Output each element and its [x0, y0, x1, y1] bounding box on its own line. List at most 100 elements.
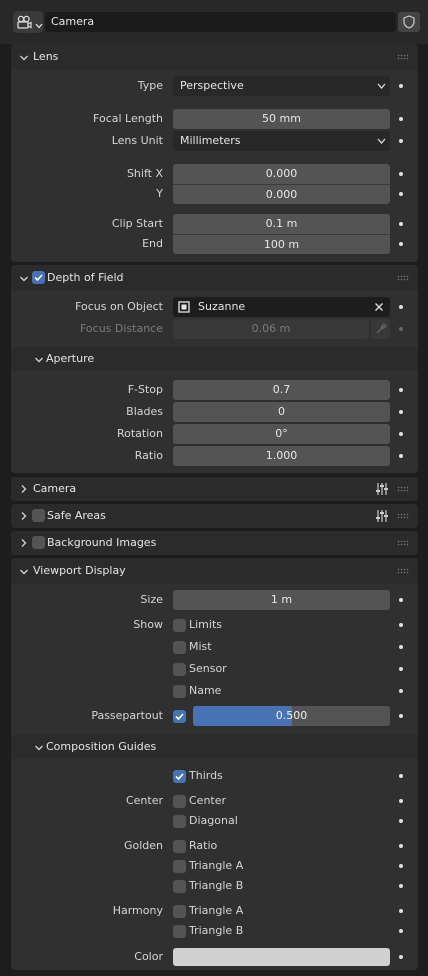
eyedropper-button[interactable]: [371, 319, 390, 339]
keyframe-dot[interactable]: [399, 714, 403, 718]
guide-color-swatch[interactable]: [173, 948, 390, 966]
center-label: Center: [189, 794, 227, 807]
shift-x-label: Shift X: [126, 167, 163, 180]
shift-y-field[interactable]: 0.000: [173, 184, 390, 204]
viewport-display-panel-header[interactable]: Viewport Display: [11, 558, 418, 584]
drag-grip-icon[interactable]: [397, 54, 409, 60]
keyframe-dot[interactable]: [399, 819, 403, 823]
focus-object-value: Suzanne: [198, 300, 246, 313]
lens-type-value: Perspective: [180, 79, 244, 92]
keyframe-dot[interactable]: [399, 305, 403, 309]
show-limits-checkbox[interactable]: [173, 619, 186, 632]
depth-of-field-checkbox[interactable]: [32, 271, 45, 284]
keyframe-dot[interactable]: [399, 432, 403, 436]
show-name-checkbox[interactable]: [173, 685, 186, 698]
data-type-selector[interactable]: [13, 11, 43, 33]
lens-panel-header[interactable]: Lens: [11, 44, 418, 70]
drag-grip-icon[interactable]: [397, 540, 409, 546]
golden-triangle-a-checkbox[interactable]: [173, 860, 186, 873]
camera-panel: Camera: [11, 477, 418, 501]
keyframe-dot[interactable]: [399, 799, 403, 803]
keyframe-dot[interactable]: [399, 864, 403, 868]
keyframe-dot[interactable]: [399, 192, 403, 196]
golden-ratio-checkbox[interactable]: [173, 840, 186, 853]
clear-x-icon[interactable]: [374, 302, 384, 312]
show-mist-checkbox[interactable]: [173, 641, 186, 654]
ratio-label: Ratio: [134, 449, 163, 462]
composition-guides-subpanel-header[interactable]: Composition Guides: [11, 735, 418, 759]
keyframe-dot[interactable]: [399, 172, 403, 176]
safe-areas-checkbox[interactable]: [32, 509, 45, 522]
keyframe-dot[interactable]: [399, 222, 403, 226]
shift-x-field[interactable]: 0.000: [173, 164, 390, 184]
harmony-triangle-a-checkbox[interactable]: [173, 905, 186, 918]
drag-grip-icon[interactable]: [397, 568, 409, 574]
datablock-name-field[interactable]: Camera: [45, 12, 396, 32]
panel-title: Lens: [33, 50, 59, 63]
shift-y-label: Y: [156, 187, 163, 200]
fake-user-button[interactable]: [398, 12, 420, 32]
keyframe-dot[interactable]: [399, 955, 403, 959]
keyframe-dot[interactable]: [399, 667, 403, 671]
passepartout-label: Passepartout: [91, 709, 163, 722]
thirds-checkbox[interactable]: [173, 770, 186, 783]
camera-data-icon: [16, 15, 32, 29]
golden-triangle-b-label: Triangle B: [189, 879, 244, 892]
keyframe-dot[interactable]: [399, 645, 403, 649]
passepartout-slider[interactable]: 0.500: [193, 706, 390, 726]
show-sensor-checkbox[interactable]: [173, 663, 186, 676]
diagonal-checkbox[interactable]: [173, 815, 186, 828]
harmony-triangle-b-label: Triangle B: [189, 924, 244, 937]
harmony-triangle-b-checkbox[interactable]: [173, 925, 186, 938]
fstop-field[interactable]: 0.7: [173, 380, 390, 400]
presets-icon[interactable]: [375, 482, 389, 496]
keyframe-dot[interactable]: [399, 117, 403, 121]
ratio-field[interactable]: 1.000: [173, 446, 390, 466]
golden-triangle-b-checkbox[interactable]: [173, 880, 186, 893]
focus-object-field[interactable]: Suzanne: [173, 297, 390, 317]
keyframe-dot[interactable]: [399, 884, 403, 888]
keyframe-dot[interactable]: [399, 689, 403, 693]
chevron-right-icon: [21, 539, 27, 547]
background-images-checkbox[interactable]: [32, 536, 45, 549]
background-images-panel-header[interactable]: Background Images: [11, 531, 418, 555]
chevron-down-icon: [20, 569, 28, 575]
keyframe-dot[interactable]: [399, 84, 403, 88]
passepartout-checkbox[interactable]: [173, 710, 186, 723]
keyframe-dot[interactable]: [399, 598, 403, 602]
keyframe-dot[interactable]: [399, 844, 403, 848]
camera-panel-header[interactable]: Camera: [11, 477, 418, 501]
blades-field[interactable]: 0: [173, 402, 390, 422]
subpanel-title: Aperture: [46, 352, 95, 365]
aperture-subpanel-header[interactable]: Aperture: [11, 347, 418, 371]
keyframe-dot[interactable]: [399, 454, 403, 458]
lens-unit-label: Lens Unit: [111, 134, 163, 147]
keyframe-dot[interactable]: [399, 909, 403, 913]
clip-start-field[interactable]: 0.1 m: [173, 214, 390, 234]
keyframe-dot[interactable]: [399, 242, 403, 246]
focus-distance-field[interactable]: 0.06 m: [173, 319, 369, 339]
drag-grip-icon[interactable]: [397, 513, 409, 519]
drag-grip-icon[interactable]: [397, 486, 409, 492]
keyframe-dot[interactable]: [399, 139, 403, 143]
golden-ratio-label: Ratio: [189, 839, 218, 852]
presets-icon[interactable]: [375, 509, 389, 523]
lens-unit-dropdown[interactable]: Millimeters: [173, 131, 390, 151]
focal-length-field[interactable]: 50 mm: [173, 109, 390, 129]
rotation-field[interactable]: 0°: [173, 424, 390, 444]
keyframe-dot[interactable]: [399, 929, 403, 933]
center-checkbox[interactable]: [173, 795, 186, 808]
focal-length-label: Focal Length: [93, 112, 163, 125]
show-mist-label: Mist: [189, 640, 212, 653]
keyframe-dot[interactable]: [399, 410, 403, 414]
keyframe-dot[interactable]: [399, 388, 403, 392]
keyframe-dot[interactable]: [399, 623, 403, 627]
drag-grip-icon[interactable]: [397, 275, 409, 281]
clip-end-field[interactable]: 100 m: [173, 234, 390, 254]
keyframe-dot[interactable]: [399, 327, 403, 331]
size-field[interactable]: 1 m: [173, 590, 390, 610]
depth-of-field-panel-header[interactable]: Depth of Field: [11, 265, 418, 291]
keyframe-dot[interactable]: [399, 774, 403, 778]
safe-areas-panel-header[interactable]: Safe Areas: [11, 504, 418, 528]
lens-type-dropdown[interactable]: Perspective: [173, 76, 390, 96]
